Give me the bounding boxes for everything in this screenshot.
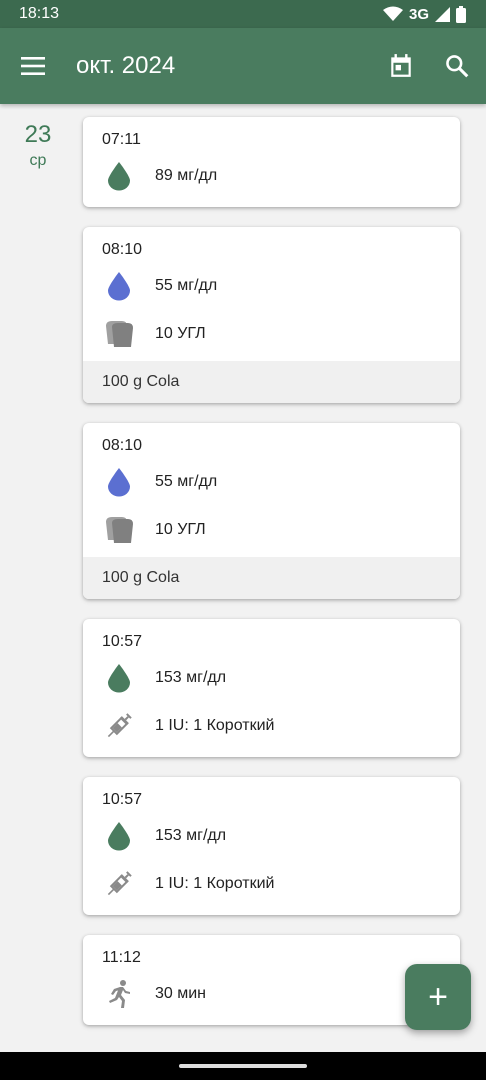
- network-type: 3G: [408, 5, 429, 23]
- entry-row: 55 мг/дл: [83, 459, 460, 505]
- bread-icon: [83, 516, 155, 544]
- entry-note: 100 g Cola: [83, 557, 460, 599]
- syringe-icon: [83, 869, 155, 899]
- entry-value: 153 мг/дл: [155, 827, 227, 844]
- entry-value: 30 мин: [155, 985, 207, 1002]
- entry-value: 1 IU: 1 Короткий: [155, 717, 275, 734]
- entry-value: 89 мг/дл: [155, 167, 218, 184]
- entry-card[interactable]: 11:12 30 мин: [83, 935, 460, 1025]
- entry-card[interactable]: 07:11 89 мг/дл: [83, 117, 460, 207]
- entry-time: 11:12: [102, 949, 141, 966]
- syringe-icon: [83, 711, 155, 741]
- entry-value: 55 мг/дл: [155, 473, 218, 490]
- drop-blue-icon: [83, 467, 155, 497]
- entry-value: 10 УГЛ: [155, 325, 206, 342]
- drop-blue-icon: [83, 271, 155, 301]
- bread-icon: [83, 320, 155, 348]
- entry-value: 55 мг/дл: [155, 277, 218, 294]
- status-time: 18:13: [19, 5, 60, 22]
- entry-row: 153 мг/дл: [83, 655, 460, 701]
- entry-card[interactable]: 10:57 153 мг/дл 1 IU: 1 Короткий: [83, 619, 460, 757]
- entry-row: 153 мг/дл: [83, 813, 460, 859]
- entry-row: 89 мг/дл: [83, 153, 460, 199]
- entry-card[interactable]: 08:10 55 мг/дл 10 УГЛ 100 g Cola: [83, 423, 460, 599]
- entry-row: 10 УГЛ: [83, 311, 460, 357]
- entry-row: 1 IU: 1 Короткий: [83, 703, 460, 749]
- day-weekday: ср: [29, 152, 47, 169]
- entry-row: 30 мин: [83, 971, 460, 1017]
- wifi-icon: [382, 6, 403, 21]
- status-icons: 3G: [382, 5, 466, 23]
- running-icon: [83, 979, 155, 1009]
- menu-icon[interactable]: [19, 54, 47, 78]
- day-number: 23: [24, 121, 52, 148]
- app-bar: окт. 2024: [0, 28, 486, 104]
- entry-time: 07:11: [102, 131, 141, 148]
- entry-time: 10:57: [102, 633, 143, 650]
- battery-icon: [456, 5, 466, 23]
- search-icon[interactable]: [444, 53, 470, 79]
- page-title: окт. 2024: [76, 52, 176, 79]
- entry-list: 07:11 89 мг/дл 08:10 55 мг/дл 10 УГЛ 100 g Co…: [83, 117, 460, 1045]
- add-entry-button[interactable]: +: [405, 964, 471, 1030]
- entry-row: 10 УГЛ: [83, 507, 460, 553]
- home-gesture-handle[interactable]: [179, 1064, 307, 1068]
- drop-green-icon: [83, 821, 155, 851]
- drop-green-icon: [83, 161, 155, 191]
- navigation-bar: [0, 1052, 486, 1080]
- entry-card[interactable]: 08:10 55 мг/дл 10 УГЛ 100 g Cola: [83, 227, 460, 403]
- drop-green-icon: [83, 663, 155, 693]
- entry-card[interactable]: 10:57 153 мг/дл 1 IU: 1 Короткий: [83, 777, 460, 915]
- entry-value: 153 мг/дл: [155, 669, 227, 686]
- entry-time: 08:10: [102, 241, 143, 258]
- signal-icon: [435, 6, 450, 22]
- entry-row: 1 IU: 1 Короткий: [83, 861, 460, 907]
- entry-time: 10:57: [102, 791, 143, 808]
- entry-row: 55 мг/дл: [83, 263, 460, 309]
- day-header: 23 ср: [0, 120, 76, 172]
- entry-value: 1 IU: 1 Короткий: [155, 875, 275, 892]
- entry-value: 10 УГЛ: [155, 521, 206, 538]
- calendar-icon[interactable]: [388, 53, 414, 79]
- status-bar: 18:13 3G: [0, 0, 486, 28]
- entry-time: 08:10: [102, 437, 143, 454]
- entry-note: 100 g Cola: [83, 361, 460, 403]
